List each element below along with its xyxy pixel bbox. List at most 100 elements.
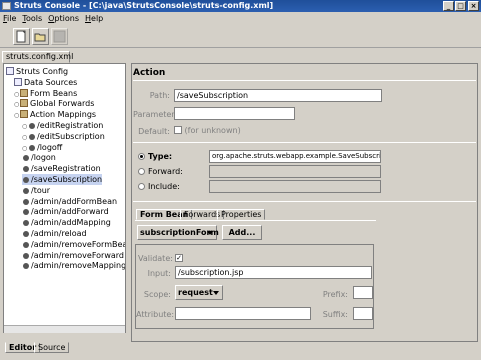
tree-item-label: /editRegistration	[37, 121, 104, 130]
tree-item[interactable]: ○ Global Forwards	[14, 98, 94, 109]
folder-icon	[20, 99, 28, 108]
forward-radio-row[interactable]: Forward:	[138, 167, 183, 176]
include-radio-row[interactable]: Include:	[138, 182, 180, 191]
close-button[interactable]: ×	[468, 1, 479, 11]
maximize-button[interactable]: □	[455, 1, 466, 11]
new-file-icon	[16, 30, 26, 43]
tree-item-label: /admin/reload	[31, 229, 87, 238]
tree-horizontal-scrollbar[interactable]	[4, 325, 125, 333]
config-tree[interactable]: Struts Config Data Sources ○ Form Beans ○ Glo…	[3, 63, 126, 333]
tree-item[interactable]: /admin/addForward	[22, 206, 109, 217]
tree-item[interactable]: /admin/addMapping	[22, 217, 111, 228]
type-radio[interactable]	[138, 153, 145, 160]
path-field[interactable]: /saveSubscription	[174, 89, 382, 102]
validate-label: Validate:	[138, 254, 173, 263]
prefix-label: Prefix:	[322, 290, 348, 299]
gear-icon	[23, 198, 29, 205]
gear-icon	[23, 155, 29, 162]
tree-item[interactable]: /admin/reload	[22, 228, 87, 239]
scope-select[interactable]: request	[175, 285, 223, 300]
tree-item[interactable]: /logon	[22, 152, 56, 163]
tab-source[interactable]: Source	[34, 342, 70, 353]
tree-item[interactable]: /tour	[22, 185, 50, 196]
gear-icon	[23, 252, 29, 259]
default-checkbox[interactable]	[174, 126, 182, 134]
tree-item-label: /saveSubscription	[31, 175, 103, 184]
folder-icon	[20, 88, 28, 97]
tree-item-label: /admin/removeForward	[31, 250, 125, 260]
gear-icon	[29, 123, 35, 129]
gear-icon	[23, 187, 29, 194]
tree-item[interactable]: /admin/removeFormBean	[22, 239, 125, 250]
forward-radio[interactable]	[138, 168, 145, 175]
open-icon	[34, 33, 46, 42]
type-label: Type:	[148, 152, 173, 161]
menu-options[interactable]: Options	[45, 12, 82, 25]
menu-help[interactable]: Help	[82, 12, 106, 25]
tree-item-label: /logon	[31, 153, 56, 163]
new-file-button[interactable]	[13, 28, 30, 45]
menu-tools[interactable]: Tools	[19, 12, 45, 25]
input-field[interactable]: /subscription.jsp	[175, 266, 372, 279]
tree-item-label: /admin/addMapping	[31, 218, 111, 228]
attribute-field[interactable]	[175, 307, 311, 320]
gear-icon	[29, 133, 35, 140]
folder-icon	[20, 110, 28, 119]
tree-item[interactable]: /saveRegistration	[22, 163, 101, 174]
tree-item-label: Data Sources	[24, 77, 78, 87]
type-radio-row[interactable]: Type:	[138, 152, 172, 161]
add-button[interactable]: Add...	[222, 225, 262, 240]
default-option: (for unknown)	[174, 126, 241, 135]
file-tab[interactable]: struts.config.xml [1.0]	[2, 51, 73, 71]
doc-icon	[6, 67, 14, 75]
tree-item[interactable]: /admin/addFormBean	[22, 196, 117, 207]
open-button[interactable]	[32, 28, 49, 45]
tree-item-label: /logoff	[37, 142, 63, 152]
toolbar	[0, 25, 481, 48]
chevron-down-icon	[213, 291, 219, 295]
doc-icon	[14, 77, 22, 86]
validate-checkbox[interactable]: ✓	[175, 254, 183, 262]
parameter-label: Parameter:	[133, 110, 178, 119]
chevron-down-icon	[207, 231, 213, 235]
validate-option[interactable]: ✓	[175, 252, 183, 262]
tree-item[interactable]: Data Sources	[14, 77, 77, 88]
attribute-label: Attribute:	[136, 310, 175, 319]
tree-item[interactable]: /saveSubscription	[22, 174, 103, 185]
tree-item-label: Global Forwards	[30, 99, 95, 109]
gear-icon	[23, 209, 29, 216]
tree-item-label: Struts Config	[16, 67, 69, 76]
gear-icon	[23, 166, 29, 173]
include-field	[209, 180, 381, 193]
include-radio[interactable]	[138, 183, 145, 190]
app-icon	[2, 2, 11, 10]
form-bean-select[interactable]: subscriptionForm	[137, 225, 219, 240]
tree-item-label: /editSubscription	[37, 131, 105, 141]
prefix-field[interactable]	[353, 286, 373, 299]
tree-item-label: Form Beans	[30, 88, 78, 98]
default-label: Default:	[138, 127, 170, 136]
gear-icon	[29, 144, 35, 151]
parameter-field[interactable]	[174, 107, 295, 120]
title-bar: Struts Console - [C:\java\StrutsConsole\…	[0, 0, 481, 12]
tree-item[interactable]: Struts Config	[6, 66, 68, 77]
gear-icon	[23, 177, 29, 183]
type-field[interactable]: org.apache.struts.webapp.example.SaveSub…	[209, 150, 381, 163]
tree-item[interactable]: ○/editRegistration	[22, 120, 103, 131]
menu-file[interactable]: File	[0, 12, 19, 25]
tab-properties[interactable]: Properties	[217, 209, 266, 220]
minimize-button[interactable]: _	[443, 1, 454, 11]
tree-item[interactable]: ○ Form Beans	[14, 88, 77, 99]
title-divider	[133, 80, 476, 81]
tree-item[interactable]: /admin/removeForward	[22, 250, 124, 261]
include-label: Include:	[148, 182, 180, 191]
section-title: Action	[133, 68, 166, 78]
tree-item[interactable]: ○ Action Mappings	[14, 109, 96, 120]
tree-item[interactable]: ○/editSubscription	[22, 131, 105, 142]
input-label: Input:	[147, 269, 171, 278]
save-button[interactable]	[51, 28, 68, 45]
tree-item[interactable]: /admin/removeMapping	[22, 260, 125, 271]
tree-item[interactable]: ○/logoff	[22, 142, 62, 153]
path-label: Path:	[149, 91, 170, 100]
suffix-field[interactable]	[353, 307, 373, 320]
